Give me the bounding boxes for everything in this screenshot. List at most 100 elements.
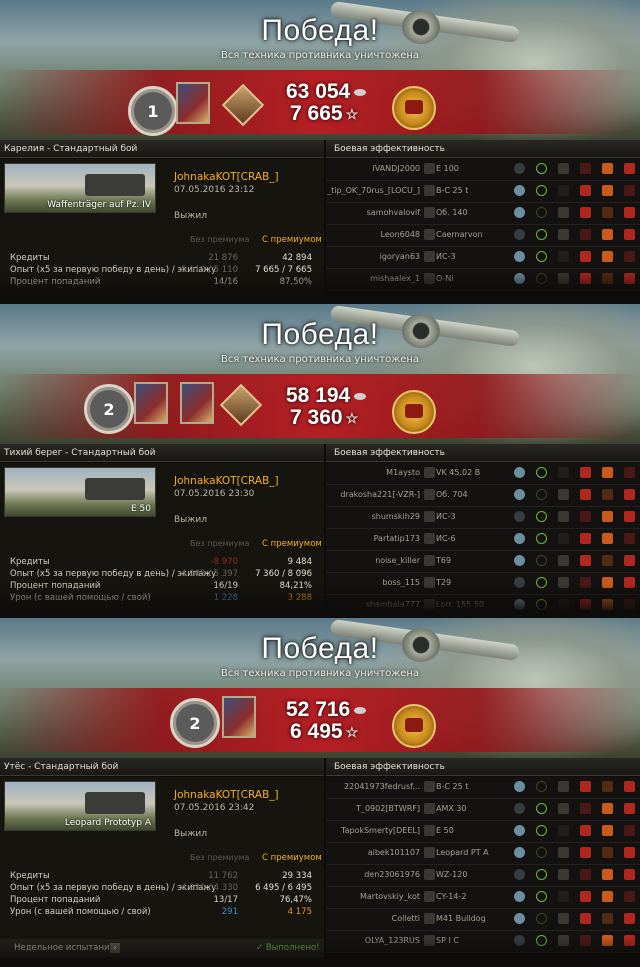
stat-row: Урон (с вашей помощью / свой) 291 4 175	[0, 907, 324, 919]
vehicle-thumbnail: Leopard Prototyp A	[4, 781, 156, 831]
destroy-icon	[624, 251, 635, 262]
stat-row: Кредиты -8 970 9 484	[0, 557, 324, 569]
player-name[interactable]: JohnakaKOT[CRAB_]	[174, 475, 279, 487]
ally-tank-name: ИС-3	[436, 512, 456, 521]
destroy-icon	[624, 825, 635, 836]
vehicle-class-icon	[424, 207, 435, 218]
damage-icon	[580, 251, 591, 262]
kill-icon	[602, 163, 613, 174]
efficiency-row[interactable]: Martovskiy_kot CY-14-2	[326, 887, 640, 909]
vehicle-name: E 50	[131, 504, 151, 514]
ally-tank-name: Caernarvon	[436, 230, 483, 239]
stat-value-premium: 87,50%	[279, 277, 312, 287]
efficiency-row[interactable]: M1aysto VK 45.02 B	[326, 463, 640, 485]
player-name[interactable]: JohnakaKOT[CRAB_]	[174, 171, 279, 183]
efficiency-row[interactable]: OLYA_123RUS SP I C	[326, 931, 640, 953]
efficiency-row[interactable]: Partatip173 ИС-6	[326, 529, 640, 551]
vehicle-class-icon	[424, 467, 435, 478]
efficiency-row[interactable]: T_0902[BTWRF] AMX 30	[326, 799, 640, 821]
stat-value-no-premium: 16/19	[213, 581, 239, 591]
damage-icon	[580, 869, 591, 880]
efficiency-row[interactable]: mishaalex_1 O-Ni	[326, 269, 640, 291]
vehicle-class-icon	[424, 803, 435, 814]
stat-row: Опыт (х5 за первую победу в день) / экип…	[0, 265, 324, 277]
damage-icon	[580, 891, 591, 902]
ally-tank-name: ИС-6	[436, 534, 456, 543]
efficiency-row[interactable]: den23061976 WZ-120	[326, 865, 640, 887]
spot-icon	[514, 825, 525, 836]
efficiency-row[interactable]: _tip_OK_70rus_[LOCU_] B-C 25 t	[326, 181, 640, 203]
efficiency-row[interactable]: shumskih29 ИС-3	[326, 507, 640, 529]
stat-label: Урон (с вашей помощью / свой)	[10, 593, 151, 603]
achievement-medal-icon[interactable]	[134, 382, 168, 424]
spot-icon	[514, 869, 525, 880]
damage-icon	[580, 207, 591, 218]
victory-banner: Победа! Вся техника противника уничтожена…	[0, 304, 640, 444]
survival-status: Выжил	[174, 211, 207, 221]
stat-row: Процент попаданий 16/19 84,21%	[0, 581, 324, 593]
credits-total: 63 054	[286, 80, 367, 104]
ace-tanker-emblem-icon[interactable]	[392, 86, 436, 130]
kill-icon	[602, 207, 613, 218]
achievement-medal-icon[interactable]	[180, 382, 214, 424]
destroy-icon	[624, 163, 635, 174]
efficiency-row[interactable]: TapokSmerty[DEEL] E 50	[326, 821, 640, 843]
player-name[interactable]: JohnakaKOT[CRAB_]	[174, 789, 279, 801]
efficiency-row[interactable]: Leon6048 Caernarvon	[326, 225, 640, 247]
destroy-icon	[624, 273, 635, 284]
kill-icon	[602, 555, 613, 566]
efficiency-row[interactable]: shambala777 Lorr. 155 50	[326, 595, 640, 614]
achievement-medal-icon[interactable]	[222, 696, 256, 738]
stat-value-premium: 42 894	[282, 253, 312, 263]
ally-player-name: aibek101107	[367, 848, 420, 857]
ally-player-name: boss_115	[382, 578, 420, 587]
damage-icon	[580, 489, 591, 500]
efficiency-row[interactable]: Colletti M41 Bulldog	[326, 909, 640, 931]
tank-silhouette-icon	[85, 174, 145, 196]
vehicle-class-icon	[424, 847, 435, 858]
efficiency-row[interactable]: boss_115 T29	[326, 573, 640, 595]
vehicle-class-icon	[424, 869, 435, 880]
efficiency-row[interactable]: samohvalovif Об. 140	[326, 203, 640, 225]
ally-player-name: igoryan63	[379, 252, 420, 261]
efficiency-row[interactable]: aibek101107 Leopard PT A	[326, 843, 640, 865]
battle-date: 07.05.2016 23:42	[174, 803, 255, 813]
crit-icon	[558, 825, 569, 836]
map-title: Утёс - Стандартный бой	[0, 758, 324, 776]
victory-banner: Победа! Вся техника противника уничтожена…	[0, 618, 640, 758]
crit-icon	[558, 935, 569, 946]
spot-icon	[514, 511, 525, 522]
spot-icon	[514, 251, 525, 262]
efficiency-row[interactable]: drakosha221[-VZR-] Об. 704	[326, 485, 640, 507]
ally-tank-name: SP I C	[436, 936, 459, 945]
survival-status: Выжил	[174, 515, 207, 525]
ally-player-name: OLYA_123RUS	[364, 936, 420, 945]
efficiency-row[interactable]: igoryan63 ИС-3	[326, 247, 640, 269]
chevron-right-icon[interactable]: ›	[110, 943, 120, 953]
ally-tank-name: WZ-120	[436, 870, 468, 879]
damage-icon	[580, 185, 591, 196]
efficiency-row[interactable]: noise_killer T69	[326, 551, 640, 573]
stat-label: Урон (с вашей помощью / свой)	[10, 907, 151, 917]
achievement-medal-icon[interactable]	[176, 82, 210, 124]
vehicle-name: Waffenträger auf Pz. IV	[47, 200, 151, 210]
personal-stats: E 50 JohnakaKOT[CRAB_] 07.05.2016 23:30 Выж…	[0, 463, 324, 613]
ace-tanker-emblem-icon[interactable]	[392, 704, 436, 748]
credits-value: 58 194	[286, 384, 351, 407]
stat-value-no-premium: 291	[221, 907, 238, 917]
ally-player-name: Colletti	[391, 914, 420, 923]
xp-value: 7 360	[290, 406, 343, 429]
ace-tanker-emblem-icon[interactable]	[392, 390, 436, 434]
stat-label: Процент попаданий	[10, 895, 101, 905]
weekly-challenge[interactable]: Недельное испытание › ✓ Выполнено!	[0, 939, 324, 957]
crit-icon	[558, 913, 569, 924]
damage-icon	[580, 229, 591, 240]
stat-row: Процент попаданий 13/17 76,47%	[0, 895, 324, 907]
efficiency-row[interactable]: IVANDJ2000 E 100	[326, 159, 640, 181]
assist-icon	[536, 229, 547, 240]
damage-icon	[580, 577, 591, 588]
xp-total: 6 495 ☆	[290, 720, 358, 744]
stat-value-no-premium: 21 876	[208, 253, 238, 263]
efficiency-row[interactable]: 22041973fedrusf... B-C 25 t	[326, 777, 640, 799]
kill-icon	[602, 251, 613, 262]
